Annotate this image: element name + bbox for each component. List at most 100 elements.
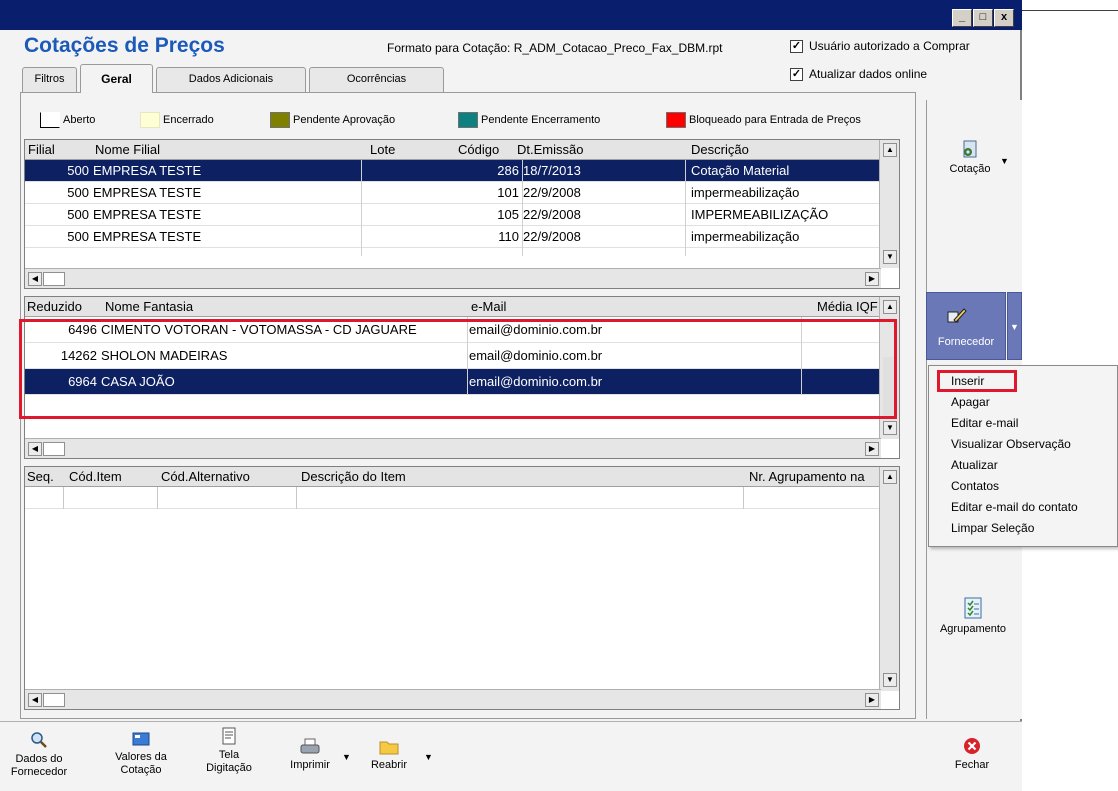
col-descricao[interactable]: Descrição [691,142,749,157]
fornecedor-dropdown-button[interactable]: ▼ [1007,292,1022,360]
menu-item-editar-email-contato[interactable]: Editar e-mail do contato [951,500,1078,514]
table-row[interactable]: 500 EMPRESA TESTE 101 22/9/2008 impermea… [25,182,899,204]
cell-codigo: 286 [497,163,519,178]
scroll-down-icon[interactable]: ▼ [883,421,897,435]
scroll-up-icon[interactable]: ▲ [883,143,897,157]
col-codigo[interactable]: Código [458,142,499,157]
atualizar-online-label: Atualizar dados online [809,67,928,81]
close-window-button[interactable]: x [994,9,1014,27]
check-icon: ✓ [790,39,803,53]
scroll-down-icon[interactable]: ▼ [883,250,897,264]
bottom-toolbar: Dados do Fornecedor Valores da Cotação T… [0,721,1022,791]
legend-encerrado: Encerrado [140,112,214,128]
scroll-left-icon[interactable]: ◀ [28,693,42,707]
minimize-button[interactable]: _ [952,9,972,27]
valores-cotacao-button[interactable]: Valores da Cotação [108,730,174,777]
col-email[interactable]: e-Mail [471,299,506,314]
menu-item-editar-email[interactable]: Editar e-mail [951,416,1018,430]
menu-item-atualizar[interactable]: Atualizar [951,458,998,472]
col-nome-filial[interactable]: Nome Filial [95,142,160,157]
usuario-autorizado-label: Usuário autorizado a Comprar [809,39,970,53]
scroll-thumb[interactable] [43,442,65,456]
tab-filtros[interactable]: Filtros [22,67,77,92]
chevron-down-icon[interactable]: ▼ [424,752,433,762]
col-reduzido[interactable]: Reduzido [27,299,82,314]
col-cod-alternativo[interactable]: Cód.Alternativo [161,469,250,484]
col-filial[interactable]: Filial [28,142,55,157]
horizontal-scrollbar[interactable]: ◀ ▶ [25,268,881,288]
scroll-left-icon[interactable]: ◀ [28,272,42,286]
scroll-up-icon[interactable]: ▲ [883,470,897,484]
scroll-down-icon[interactable]: ▼ [883,673,897,687]
menu-item-contatos[interactable]: Contatos [951,479,999,493]
cell-filial: 500 [67,229,89,244]
col-nr-agrupamento[interactable]: Nr. Agrupamento na [749,469,865,484]
formato-label: Formato para Cotação: R_ADM_Cotacao_Prec… [387,41,723,55]
tab-ocorrencias[interactable]: Ocorrências [309,67,444,92]
vertical-scrollbar[interactable]: ▲ ▼ [879,467,899,691]
chevron-down-icon[interactable]: ▼ [1000,156,1009,166]
imprimir-button[interactable]: Imprimir [282,738,338,772]
chevron-down-icon[interactable]: ▼ [342,752,351,762]
col-cod-item[interactable]: Cód.Item [69,469,122,484]
cell-nome: EMPRESA TESTE [93,229,202,244]
horizontal-scrollbar[interactable]: ◀ ▶ [25,438,881,458]
maximize-button[interactable]: □ [973,9,993,27]
valores-cotacao-label-2: Cotação [120,764,162,776]
fornecedor-button[interactable] [926,292,1006,360]
tela-digitacao-button[interactable]: Tela Digitação [196,726,262,775]
col-seq[interactable]: Seq. [27,469,54,484]
col-descricao-item[interactable]: Descrição do Item [301,469,406,484]
cotacao-button[interactable]: Cotação [930,138,1010,175]
reabrir-button[interactable]: Reabrir [364,738,414,772]
cell-descricao: Cotação Material [691,163,790,178]
scroll-right-icon[interactable]: ▶ [865,272,879,286]
table-row[interactable]: 500 EMPRESA TESTE 286 18/7/2013 Cotação … [25,160,899,182]
menu-item-inserir[interactable]: Inserir [951,374,984,388]
fornecedor-label: Fornecedor [937,336,995,348]
usuario-autorizado-checkbox[interactable]: ✓ Usuário autorizado a Comprar [790,39,970,53]
legend-label: Pendente Encerramento [481,114,601,126]
tela-digitacao-label: Tela [218,749,240,761]
legend-swatch [40,112,60,128]
col-media-iqf[interactable]: Média IQF [817,299,878,314]
scroll-thumb[interactable] [43,693,65,707]
cell-filial: 500 [67,163,89,178]
title-bar[interactable] [0,0,1022,30]
fechar-button[interactable]: Fechar [952,736,992,772]
scroll-up-icon[interactable]: ▲ [883,300,897,314]
col-nome-fantasia[interactable]: Nome Fantasia [105,299,193,314]
dados-fornecedor-label-2: Fornecedor [10,766,68,778]
cell-filial: 500 [67,185,89,200]
dados-fornecedor-button[interactable]: Dados do Fornecedor [6,730,72,779]
legend-label: Pendente Aprovação [293,114,396,126]
table-row[interactable]: 500 EMPRESA TESTE 110 22/9/2008 impermea… [25,226,899,248]
context-menu: Inserir Apagar Editar e-mail Visualizar … [928,365,1118,547]
table-row[interactable]: 500 EMPRESA TESTE 105 22/9/2008 IMPERMEA… [25,204,899,226]
legend-swatch [140,112,160,128]
col-dt-emissao[interactable]: Dt.Emissão [517,142,583,157]
menu-item-limpar-selecao[interactable]: Limpar Seleção [951,521,1034,535]
highlight-box [19,319,897,419]
scroll-right-icon[interactable]: ▶ [865,693,879,707]
tab-geral[interactable]: Geral [80,64,153,93]
edit-icon [947,308,967,323]
divider [1022,10,1118,11]
col-lote[interactable]: Lote [370,142,395,157]
cotacoes-header: Filial Nome Filial Lote Código Dt.Emissã… [25,140,899,160]
vertical-scrollbar[interactable]: ▲ ▼ [879,140,899,268]
menu-item-apagar[interactable]: Apagar [951,395,990,409]
cell-filial: 500 [67,207,89,222]
scroll-right-icon[interactable]: ▶ [865,442,879,456]
legend-label: Aberto [63,114,96,126]
tab-dados-adicionais[interactable]: Dados Adicionais [156,67,306,92]
atualizar-online-checkbox[interactable]: ✓ Atualizar dados online [790,67,927,81]
scroll-thumb[interactable] [43,272,65,286]
menu-item-visualizar-observacao[interactable]: Visualizar Observação [951,437,1071,451]
legend-pendente-encerramento: Pendente Encerramento [458,112,600,128]
fechar-label: Fechar [954,759,990,771]
agrupamento-button[interactable]: Agrupamento [928,596,1018,635]
horizontal-scrollbar[interactable]: ◀ ▶ [25,689,881,709]
cell-codigo: 105 [497,207,519,222]
scroll-left-icon[interactable]: ◀ [28,442,42,456]
